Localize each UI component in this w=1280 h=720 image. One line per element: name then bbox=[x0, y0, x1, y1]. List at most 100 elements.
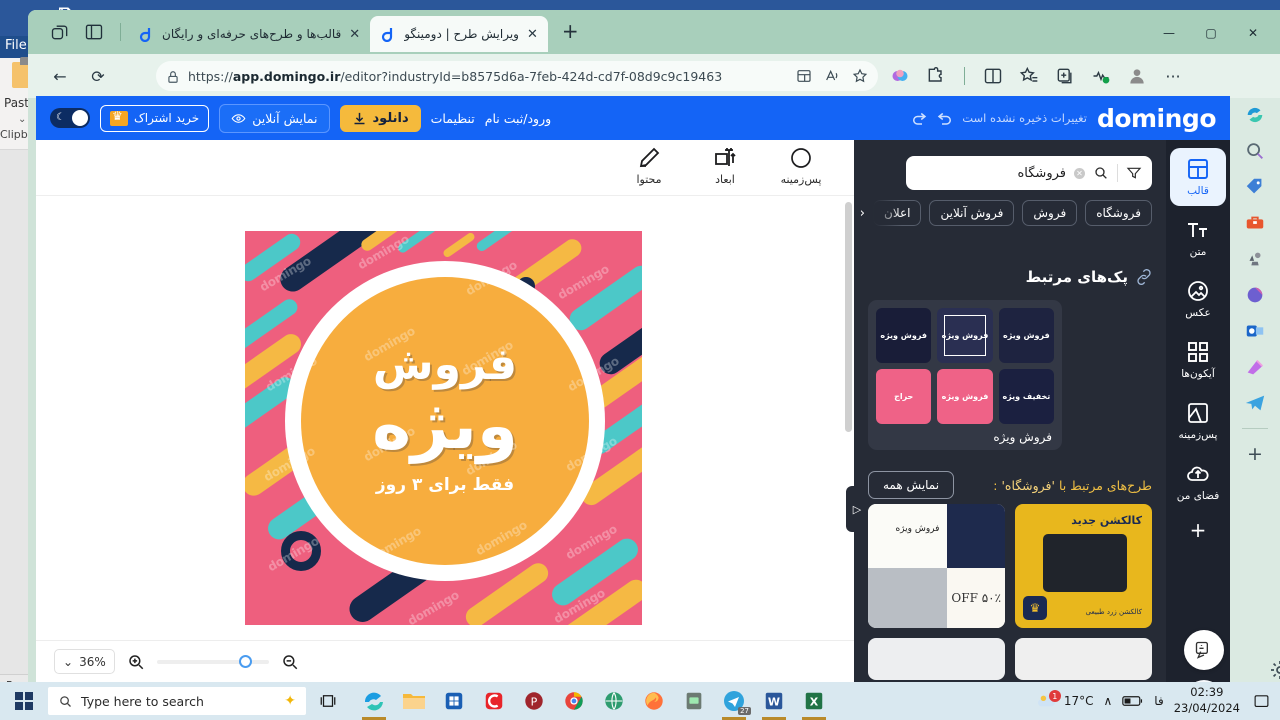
template-card[interactable] bbox=[1015, 638, 1152, 680]
pack-thumb[interactable]: تخفیف ویژه bbox=[998, 369, 1054, 424]
pack-thumb[interactable]: فروش ویژه bbox=[876, 308, 932, 363]
undo-icon[interactable] bbox=[936, 109, 954, 127]
excel-icon[interactable]: X bbox=[794, 682, 834, 720]
chip-online-sale[interactable]: فروش آنلاین bbox=[929, 200, 1015, 226]
login-register-link[interactable]: ورود/ثبت نام bbox=[485, 111, 551, 126]
collections-icon[interactable] bbox=[1055, 66, 1075, 86]
tool-background[interactable]: پس‌زمینه bbox=[776, 146, 826, 189]
design-artboard[interactable]: فروش ویژه فقط برای ۳ روز domingo domingo… bbox=[245, 231, 642, 625]
sidebar-item-background[interactable]: پس‌زمینه bbox=[1170, 392, 1226, 450]
pack-thumb[interactable]: فروش ویژه bbox=[998, 308, 1054, 363]
pack-thumb[interactable]: فروش ویژه bbox=[937, 369, 993, 424]
pack-thumb[interactable]: حراج bbox=[876, 369, 932, 424]
language-indicator[interactable]: فا bbox=[1154, 694, 1163, 708]
panel-collapse-handle[interactable]: ▷ bbox=[846, 486, 868, 532]
close-window-button[interactable]: ✕ bbox=[1232, 20, 1274, 46]
chip-shop[interactable]: فروشگاه bbox=[1085, 200, 1152, 226]
add-element-icon[interactable]: + bbox=[1190, 518, 1207, 542]
zoom-in-icon[interactable] bbox=[127, 653, 145, 671]
template-card[interactable]: کالکشن جدید کالکشن زرد طبیعی ♛ bbox=[1015, 504, 1152, 628]
tab-layout-icon[interactable] bbox=[84, 22, 104, 42]
taskbar-clock[interactable]: 02:39 23/04/2024 bbox=[1174, 685, 1240, 716]
notification-icon[interactable] bbox=[1250, 690, 1272, 712]
profile-icon[interactable] bbox=[1127, 66, 1147, 86]
zoom-out-icon[interactable] bbox=[281, 653, 299, 671]
translate-icon[interactable] bbox=[1184, 630, 1224, 670]
add-icon[interactable]: + bbox=[1244, 443, 1266, 465]
sidebar-item-my-space[interactable]: فضای من bbox=[1170, 453, 1226, 511]
settings-more-icon[interactable]: ··· bbox=[1163, 66, 1183, 86]
settings-link[interactable]: تنظیمات bbox=[431, 111, 475, 126]
zoom-level-select[interactable]: ⌄ 36% bbox=[54, 649, 115, 674]
copilot-icon[interactable] bbox=[1244, 104, 1266, 126]
panel-search-bar[interactable]: ✕ فروشگاه bbox=[906, 156, 1152, 190]
copilot-brain-icon[interactable] bbox=[890, 66, 910, 86]
telegram-icon[interactable]: 27 bbox=[714, 682, 754, 720]
copilot-tabs-icon[interactable] bbox=[50, 22, 70, 42]
extensions-icon[interactable] bbox=[926, 66, 946, 86]
sidebar-item-template[interactable]: قالب bbox=[1170, 148, 1226, 206]
sidebar-item-image[interactable]: عکس bbox=[1170, 270, 1226, 328]
back-button[interactable]: ← bbox=[50, 66, 70, 86]
tray-overflow-chevron[interactable]: ∧ bbox=[1104, 694, 1113, 708]
read-aloud-icon[interactable] bbox=[824, 68, 840, 84]
designer-icon[interactable] bbox=[1244, 284, 1266, 306]
sidebar-item-text[interactable]: متن bbox=[1170, 209, 1226, 267]
browser-tab-templates[interactable]: ✕ قالب‌ها و طرح‌های حرفه‌ای و رایگان bbox=[128, 16, 370, 52]
template-card[interactable] bbox=[868, 638, 1005, 680]
show-all-button[interactable]: نمایش همه bbox=[868, 471, 955, 499]
pack-thumb[interactable]: فروش ویژه bbox=[937, 308, 993, 363]
photoscape-icon[interactable]: P bbox=[514, 682, 554, 720]
reload-button[interactable]: ⟳ bbox=[88, 66, 108, 86]
tools-icon[interactable] bbox=[1244, 212, 1266, 234]
download-button[interactable]: دانلود bbox=[339, 104, 421, 132]
clear-circle-icon[interactable]: ✕ bbox=[1074, 167, 1085, 179]
filter-icon[interactable] bbox=[1126, 165, 1142, 181]
chevron-left-icon[interactable]: ‹ bbox=[860, 206, 865, 221]
search-icon[interactable] bbox=[1093, 165, 1109, 181]
sidebar-item-icons[interactable]: آیکون‌ها bbox=[1170, 331, 1226, 389]
browser-essentials-icon[interactable] bbox=[1091, 66, 1111, 86]
chrome-icon[interactable] bbox=[554, 682, 594, 720]
dark-mode-toggle[interactable]: ☾ bbox=[50, 108, 90, 128]
word-icon[interactable]: W bbox=[754, 682, 794, 720]
battery-icon[interactable] bbox=[1122, 694, 1144, 708]
buy-subscription-button[interactable]: خرید اشتراک bbox=[100, 104, 210, 132]
edge-icon[interactable] bbox=[354, 682, 394, 720]
camtasia-icon[interactable] bbox=[474, 682, 514, 720]
zoom-slider-knob[interactable] bbox=[238, 654, 252, 668]
redo-icon[interactable] bbox=[910, 109, 928, 127]
taskbar-search[interactable]: Type here to search ✦ bbox=[48, 687, 306, 715]
online-preview-button[interactable]: نمایش آنلاین bbox=[219, 103, 330, 133]
games-icon[interactable] bbox=[1244, 248, 1266, 270]
close-tab-icon[interactable]: ✕ bbox=[349, 27, 360, 42]
chip-announcement[interactable]: اعلان bbox=[873, 200, 922, 226]
tool-dimensions[interactable]: ابعاد bbox=[700, 146, 750, 189]
file-explorer-icon[interactable] bbox=[394, 682, 434, 720]
split-screen-icon[interactable] bbox=[983, 66, 1003, 86]
panel-search-input[interactable]: فروشگاه bbox=[916, 166, 1066, 181]
weather-widget[interactable]: 1 17°C bbox=[1036, 690, 1094, 710]
favorite-star-icon[interactable] bbox=[852, 68, 868, 84]
search-icon[interactable] bbox=[1244, 140, 1266, 162]
browser-tab-editor[interactable]: ✕ ویرایش طرح | دومینگو bbox=[370, 16, 548, 52]
shopping-tag-icon[interactable] bbox=[1244, 176, 1266, 198]
telegram-icon[interactable] bbox=[1244, 392, 1266, 414]
split-screen-icon[interactable] bbox=[796, 68, 812, 84]
favorites-icon[interactable] bbox=[1019, 66, 1039, 86]
image-creator-icon[interactable] bbox=[1244, 356, 1266, 378]
microsoft-store-icon[interactable] bbox=[434, 682, 474, 720]
settings-gear-icon[interactable] bbox=[1268, 658, 1280, 682]
chip-sale[interactable]: فروش bbox=[1022, 200, 1078, 226]
canvas-scrollbar[interactable] bbox=[845, 202, 852, 432]
task-view-icon[interactable] bbox=[306, 682, 350, 720]
firefox-icon[interactable] bbox=[634, 682, 674, 720]
notepad-icon[interactable] bbox=[674, 682, 714, 720]
close-tab-icon[interactable]: ✕ bbox=[527, 27, 538, 42]
new-tab-button[interactable]: + bbox=[554, 21, 587, 47]
maximize-button[interactable]: ▢ bbox=[1190, 20, 1232, 46]
zoom-slider[interactable] bbox=[156, 654, 269, 668]
tool-content[interactable]: محتوا bbox=[624, 146, 674, 189]
template-card[interactable]: فروش ویژه ۵۰٪ OFF bbox=[868, 504, 1005, 628]
outlook-icon[interactable] bbox=[1244, 320, 1266, 342]
